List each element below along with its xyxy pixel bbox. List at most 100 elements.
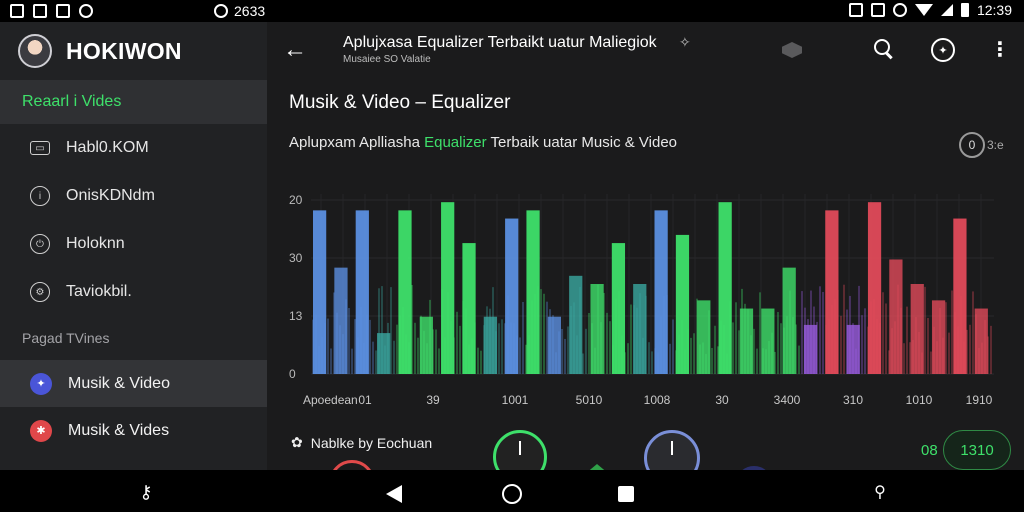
info-icon: i [30, 186, 50, 206]
x-tick-label: 30 [715, 393, 729, 407]
status-center: 2633 [214, 3, 265, 19]
level-value: 08 [921, 442, 938, 459]
equalizer-bar [462, 243, 476, 374]
equalizer-bar [633, 284, 647, 374]
nav-home-icon[interactable] [502, 484, 522, 504]
x-tick-label: Apoedean [303, 393, 358, 407]
data-saver-icon [892, 3, 907, 17]
equalizer-bar [355, 210, 369, 374]
key-icon[interactable]: ⚷ [136, 482, 156, 502]
bottom-label-row: ✿ Nablke by Eochuan [291, 434, 432, 451]
back-arrow-icon[interactable]: ← [283, 36, 307, 64]
nfc-icon [870, 3, 885, 17]
equalizer-bar [547, 316, 562, 374]
search-icon[interactable] [873, 38, 895, 60]
sparkle-icon: ✧ [679, 34, 691, 50]
alarm-icon [848, 3, 863, 17]
bottom-label-text: Nablke by Eochuan [310, 434, 433, 451]
drawer-item-label: OnisKDNdm [66, 187, 155, 204]
section-title: Musik & Video – Equalizer [289, 92, 511, 113]
equalizer-bar [889, 259, 903, 374]
x-tick-label: 310 [843, 393, 863, 407]
intro-suffix: Terbaik uatar Music & Video [486, 134, 678, 151]
power-toggle[interactable]: 0 [959, 132, 985, 158]
drawer-item-label: Holoknn [66, 235, 125, 252]
butterfly-icon: ✿ [291, 434, 303, 450]
equalizer-bar [803, 324, 818, 374]
equalizer-bar [654, 210, 668, 374]
equalizer-bar [761, 308, 775, 374]
level-chip[interactable]: 1310 [943, 430, 1011, 470]
drawer-item-2[interactable]: i OnisKDNdm [0, 172, 267, 220]
signal-icon [940, 4, 953, 16]
compass-icon[interactable]: ✦ [931, 38, 955, 62]
wifi-icon [914, 4, 933, 16]
equalizer-bar [910, 284, 924, 374]
drawer-item-label: Taviokbil. [66, 283, 132, 300]
y-tick-label: 13 [289, 309, 303, 323]
nav-back-icon[interactable] [386, 485, 402, 503]
x-tick-label: 1001 [502, 393, 529, 407]
x-tick-label: 39 [426, 393, 440, 407]
x-tick-label: 01 [358, 393, 372, 407]
gallery-notification-icon [33, 4, 47, 18]
app-title: Aplujxasa Equalizer Terbaikt uatur Malie… [343, 34, 657, 51]
intro-text: Aplupxam Aplliasha Equalizer Terbaik uat… [289, 134, 677, 151]
equalizer-svg: 20 30 13 0 Apoedean 01 39 1001 5010 1008 30 3400 310… [289, 193, 994, 407]
equalizer-bar [782, 267, 796, 374]
status-center-text: 2633 [234, 3, 266, 19]
y-tick-label: 30 [289, 251, 303, 265]
x-tick-label: 1010 [906, 393, 933, 407]
equalizer-bar [590, 284, 604, 374]
status-time: 12:39 [976, 2, 1012, 18]
equalizer-bar [441, 202, 455, 374]
settings-icon: ⚙ [30, 282, 50, 302]
knob-indicator [671, 441, 673, 455]
drawer-item-4[interactable]: ⚙ Taviokbil. [0, 268, 267, 316]
equalizer-bar [739, 308, 754, 374]
drawer-page-label: Musik & Vides [68, 421, 170, 439]
equalizer-bar [313, 210, 327, 374]
x-tick-label: 3400 [774, 393, 801, 407]
app-subtitle: Musaiee SO Valatie [343, 54, 431, 65]
y-tick-label: 0 [289, 367, 296, 381]
battery-icon [960, 3, 969, 17]
equalizer-bar [398, 210, 412, 374]
equalizer-bar [569, 275, 583, 374]
equalizer-bar [697, 300, 711, 374]
nav-recents-icon[interactable] [618, 486, 634, 502]
more-vert-icon[interactable]: ⋮ [989, 38, 1011, 61]
equalizer-bar [483, 316, 497, 374]
image-notification-icon [10, 4, 24, 18]
drawer-item-3[interactable]: ⏻ Holoknn [0, 220, 267, 268]
drawer-item-1[interactable]: ▭ Habl0.KOM [0, 124, 267, 172]
drawer-item-label: Habl0.KOM [66, 139, 149, 156]
intro-prefix: Aplupxam Aplliasha [289, 134, 425, 151]
music-icon: ✦ [30, 372, 52, 395]
location-icon [214, 4, 228, 18]
drawer-page-musik-vides[interactable]: ✱ Musik & Vides [0, 407, 267, 454]
equalizer-bar [846, 324, 860, 374]
equalizer-bar [953, 218, 967, 374]
knob-indicator [519, 441, 521, 455]
system-nav-bar: ⚷ ⚲ [0, 470, 1024, 512]
x-tick-label: 1008 [644, 393, 671, 407]
shield-icon[interactable] [782, 42, 802, 58]
equalizer-bar [974, 308, 988, 374]
drawer-header: HOKIWON [0, 22, 267, 80]
toggle-label: 3:e [987, 138, 1004, 152]
sync-notification-icon [79, 4, 93, 18]
app-notification-icon [56, 4, 70, 18]
equalizer-bar [377, 333, 391, 374]
equalizer-bar [825, 210, 839, 374]
drawer-active-section[interactable]: Reaarl i Vides [0, 80, 267, 124]
y-tick-label: 20 [289, 193, 303, 207]
equalizer-bar [718, 202, 732, 374]
drawer-page-musik-video[interactable]: ✦ Musik & Video [0, 360, 267, 407]
main-content: ← Aplujxasa Equalizer Terbaikt uatur Mal… [267, 22, 1024, 506]
equalizer-bar [867, 202, 882, 374]
avatar[interactable] [18, 34, 52, 68]
nav-search-icon[interactable]: ⚲ [870, 482, 890, 502]
equalizer-bar [526, 210, 540, 374]
equalizer-bar [675, 234, 690, 374]
